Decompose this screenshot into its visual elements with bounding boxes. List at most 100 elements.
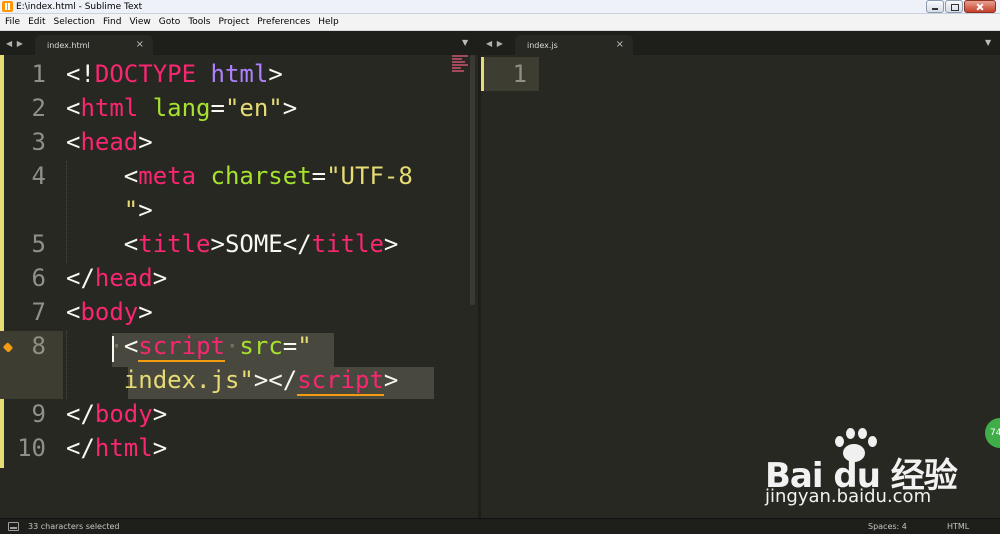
code-token: > (383, 230, 399, 258)
menu-view[interactable]: View (125, 14, 154, 30)
code-token: head (94, 264, 153, 292)
code-token: html (94, 434, 153, 462)
code-line[interactable]: index.js"></script> (66, 363, 398, 397)
tab-index-js[interactable]: index.js × (515, 35, 633, 55)
code-token: < (66, 162, 139, 190)
tab-dropdown-icon[interactable]: ▼ (462, 38, 468, 47)
code-token: " (297, 332, 312, 360)
minimap[interactable] (452, 55, 468, 75)
code-token: = (210, 94, 225, 122)
code-line[interactable]: ·<script·src=" (66, 329, 312, 363)
menu-find[interactable]: Find (99, 14, 125, 30)
tab-index-html[interactable]: index.html × (35, 35, 153, 55)
code-token: script (297, 366, 384, 396)
code-token: = (282, 332, 298, 360)
code-token: </ (66, 264, 95, 292)
sublime-text-window: E:\index.html - Sublime Text File Edit S… (0, 0, 1000, 534)
code-token: </ (66, 434, 95, 462)
close-window-button[interactable] (964, 0, 996, 13)
menu-help[interactable]: Help (314, 14, 343, 30)
code-token: </ (66, 400, 95, 428)
code-line[interactable]: </html> (66, 431, 167, 465)
menu-preferences[interactable]: Preferences (253, 14, 314, 30)
maximize-button[interactable] (945, 0, 963, 13)
code-line[interactable]: <body> (66, 295, 153, 329)
code-token: >SOME</ (210, 230, 312, 258)
code-token: meta (138, 162, 197, 190)
menu-project[interactable]: Project (214, 14, 253, 30)
code-token: > (138, 196, 153, 224)
text-caret (112, 336, 114, 362)
window-title: E:\index.html - Sublime Text (16, 2, 143, 12)
code-token: < (66, 298, 81, 326)
code-token: < (123, 332, 139, 360)
code-line[interactable]: <html lang="en"> (66, 91, 297, 125)
code-token: src (239, 332, 283, 360)
line-number: 1 (512, 60, 527, 88)
sublime-app-icon (2, 1, 13, 12)
vertical-scrollbar[interactable] (470, 55, 475, 305)
code-line[interactable]: "> (66, 193, 153, 227)
code-token: · (224, 332, 240, 360)
baidu-jingyan-watermark: Bai du 经验 jingyan.baidu.com (765, 428, 995, 518)
code-line[interactable]: <head> (66, 125, 153, 159)
code-token: < (66, 230, 139, 258)
panel-toggle-icon[interactable] (8, 522, 19, 531)
tab-bar-right: ◀ ▶ index.js × ▼ (480, 31, 1000, 55)
menu-tools[interactable]: Tools (184, 14, 214, 30)
code-line[interactable]: <title>SOME</title> (66, 227, 399, 261)
code-token: html (210, 60, 269, 88)
indentation-status[interactable]: Spaces: 4 (868, 522, 907, 531)
code-token: < (66, 128, 81, 156)
line-number: 2 (31, 94, 46, 122)
code-line[interactable]: <meta charset="UTF-8 (66, 159, 413, 193)
line-number: 9 (31, 400, 46, 428)
tab-label: index.html (47, 41, 90, 50)
code-token: > (138, 128, 153, 156)
tab-bar-left: ◀ ▶ index.html × ▼ (0, 31, 480, 55)
code-token: charset (210, 162, 312, 190)
code-token: > (268, 60, 283, 88)
code-token: ></ (253, 366, 298, 394)
code-token: title (138, 230, 211, 258)
code-token: body (80, 298, 139, 326)
code-token: > (152, 264, 168, 292)
minimize-button[interactable] (926, 0, 944, 13)
line-number: 6 (31, 264, 46, 292)
code-token: script (138, 332, 225, 362)
menu-selection[interactable]: Selection (50, 14, 99, 30)
code-token: head (80, 128, 139, 156)
code-line[interactable]: <!DOCTYPE html> (66, 57, 283, 91)
line-number: 4 (31, 162, 46, 190)
line-number: 1 (31, 60, 46, 88)
code-token: > (383, 366, 399, 394)
menu-edit[interactable]: Edit (24, 14, 49, 30)
line-number: 10 (17, 434, 46, 462)
code-token: "en" (224, 94, 283, 122)
code-line[interactable]: </head> (66, 261, 167, 295)
tab-nav-arrows-icon[interactable]: ◀ ▶ (6, 39, 24, 48)
watermark-url: jingyan.baidu.com (765, 486, 932, 507)
code-line[interactable]: </body> (66, 397, 167, 431)
selection-status: 33 characters selected (28, 522, 120, 531)
status-bar: 33 characters selected Spaces: 4 HTML (0, 518, 1000, 534)
code-token: index.js" (123, 366, 254, 394)
menu-file[interactable]: File (1, 14, 24, 30)
tab-nav-arrows-icon[interactable]: ◀ ▶ (486, 39, 504, 48)
tab-close-icon[interactable]: × (136, 39, 144, 50)
code-token: DOCTYPE (94, 60, 197, 88)
editor-pane-html[interactable]: 1 2 3 4 5 6 7 8 9 10 <!DOCTYPE html> <html lang="e… (0, 55, 478, 518)
tab-label: index.js (527, 41, 558, 50)
menu-goto[interactable]: Goto (155, 14, 185, 30)
code-token: " (123, 196, 139, 224)
code-token: html (80, 94, 139, 122)
menu-bar: File Edit Selection Find View Goto Tools… (0, 14, 1000, 31)
syntax-status[interactable]: HTML (947, 522, 969, 531)
code-token: title (311, 230, 384, 258)
tab-close-icon[interactable]: × (616, 39, 624, 50)
tab-dropdown-icon[interactable]: ▼ (985, 38, 991, 47)
line-number: 7 (31, 298, 46, 326)
code-token: "UTF-8 (326, 162, 413, 190)
